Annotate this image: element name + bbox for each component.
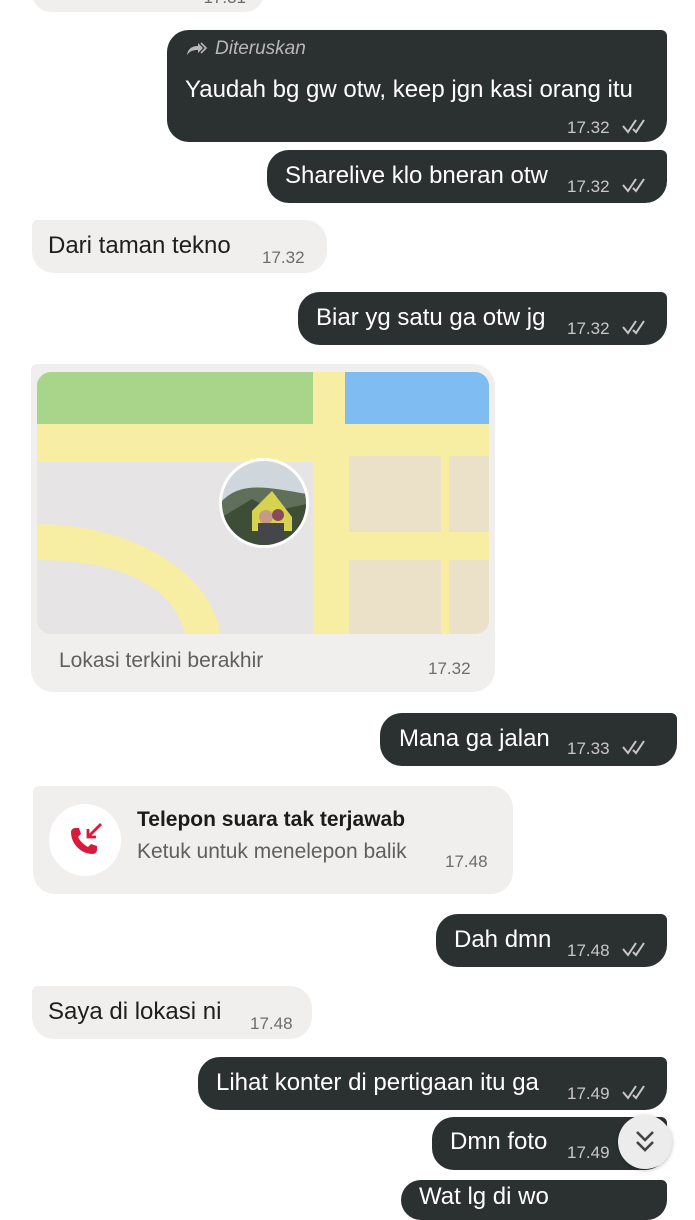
message-text: Yaudah bg gw otw, keep jgn kasi orang it…	[185, 76, 633, 103]
double-check-icon	[622, 740, 645, 755]
location-map[interactable]	[37, 372, 489, 634]
message-text: Dari taman tekno	[48, 232, 231, 259]
message-bubble-outgoing[interactable]: Lihat konter di pertigaan itu ga 17.49	[198, 1057, 667, 1110]
message-time: 17.32	[567, 118, 610, 137]
message-time: 17.49	[567, 1143, 610, 1162]
message-time: 17.32	[567, 177, 610, 196]
missed-call-icon[interactable]	[49, 804, 121, 876]
double-check-icon	[622, 942, 645, 957]
message-time: 17.32	[428, 659, 471, 678]
double-check-icon	[622, 320, 645, 335]
message-bubble-incoming-partial[interactable]: 17.31	[32, 0, 264, 12]
double-check-icon	[622, 178, 645, 193]
message-bubble-outgoing[interactable]: Biar yg satu ga otw jg 17.32	[298, 292, 667, 345]
message-bubble-incoming[interactable]: Dari taman tekno 17.32	[32, 220, 327, 273]
live-location-message[interactable]: Lokasi terkini berakhir 17.32	[31, 364, 495, 692]
message-time: 17.31	[203, 0, 246, 8]
chevron-double-down-icon	[636, 1131, 654, 1152]
message-bubble-outgoing[interactable]: Sharelive klo bneran otw 17.32	[267, 150, 667, 203]
message-text: Mana ga jalan	[399, 725, 550, 752]
message-time: 17.48	[567, 941, 610, 960]
call-title: Telepon suara tak terjawab	[137, 808, 406, 831]
message-bubble-outgoing-forwarded[interactable]: Diteruskan Yaudah bg gw otw, keep jgn ka…	[167, 30, 667, 142]
message-time: 17.48	[445, 852, 488, 871]
message-bubble-outgoing[interactable]: Dah dmn 17.48	[436, 914, 667, 967]
message-bubble-outgoing[interactable]: Mana ga jalan 17.33	[380, 713, 677, 766]
message-bubble-outgoing-partial[interactable]: Wat lg di wo	[401, 1180, 667, 1220]
message-time: 17.48	[250, 1014, 293, 1033]
message-time: 17.33	[567, 739, 610, 758]
message-text: Dah dmn	[454, 926, 552, 953]
double-check-icon	[622, 119, 645, 134]
message-text: Lihat konter di pertigaan itu ga	[216, 1069, 539, 1096]
location-caption: Lokasi terkini berakhir	[59, 649, 264, 672]
message-text: Sharelive klo bneran otw	[285, 162, 548, 189]
message-text: Biar yg satu ga otw jg	[316, 304, 546, 331]
avatar	[219, 458, 309, 548]
double-check-icon	[622, 1085, 645, 1100]
message-text: Saya di lokasi ni	[48, 998, 222, 1025]
forwarded-label: Diteruskan	[185, 38, 306, 60]
message-time: 17.49	[567, 1084, 610, 1103]
message-text: Wat lg di wo	[419, 1183, 549, 1210]
call-subtitle: Ketuk untuk menelepon balik	[137, 840, 407, 863]
forward-icon	[187, 42, 208, 55]
message-time: 17.32	[567, 319, 610, 338]
message-bubble-incoming[interactable]: Saya di lokasi ni 17.48	[32, 986, 312, 1039]
missed-call-message[interactable]: Telepon suara tak terjawab Ketuk untuk m…	[33, 786, 513, 894]
scroll-to-bottom-button[interactable]	[618, 1115, 672, 1169]
message-time: 17.32	[262, 248, 305, 267]
message-text: Dmn foto	[450, 1128, 548, 1155]
